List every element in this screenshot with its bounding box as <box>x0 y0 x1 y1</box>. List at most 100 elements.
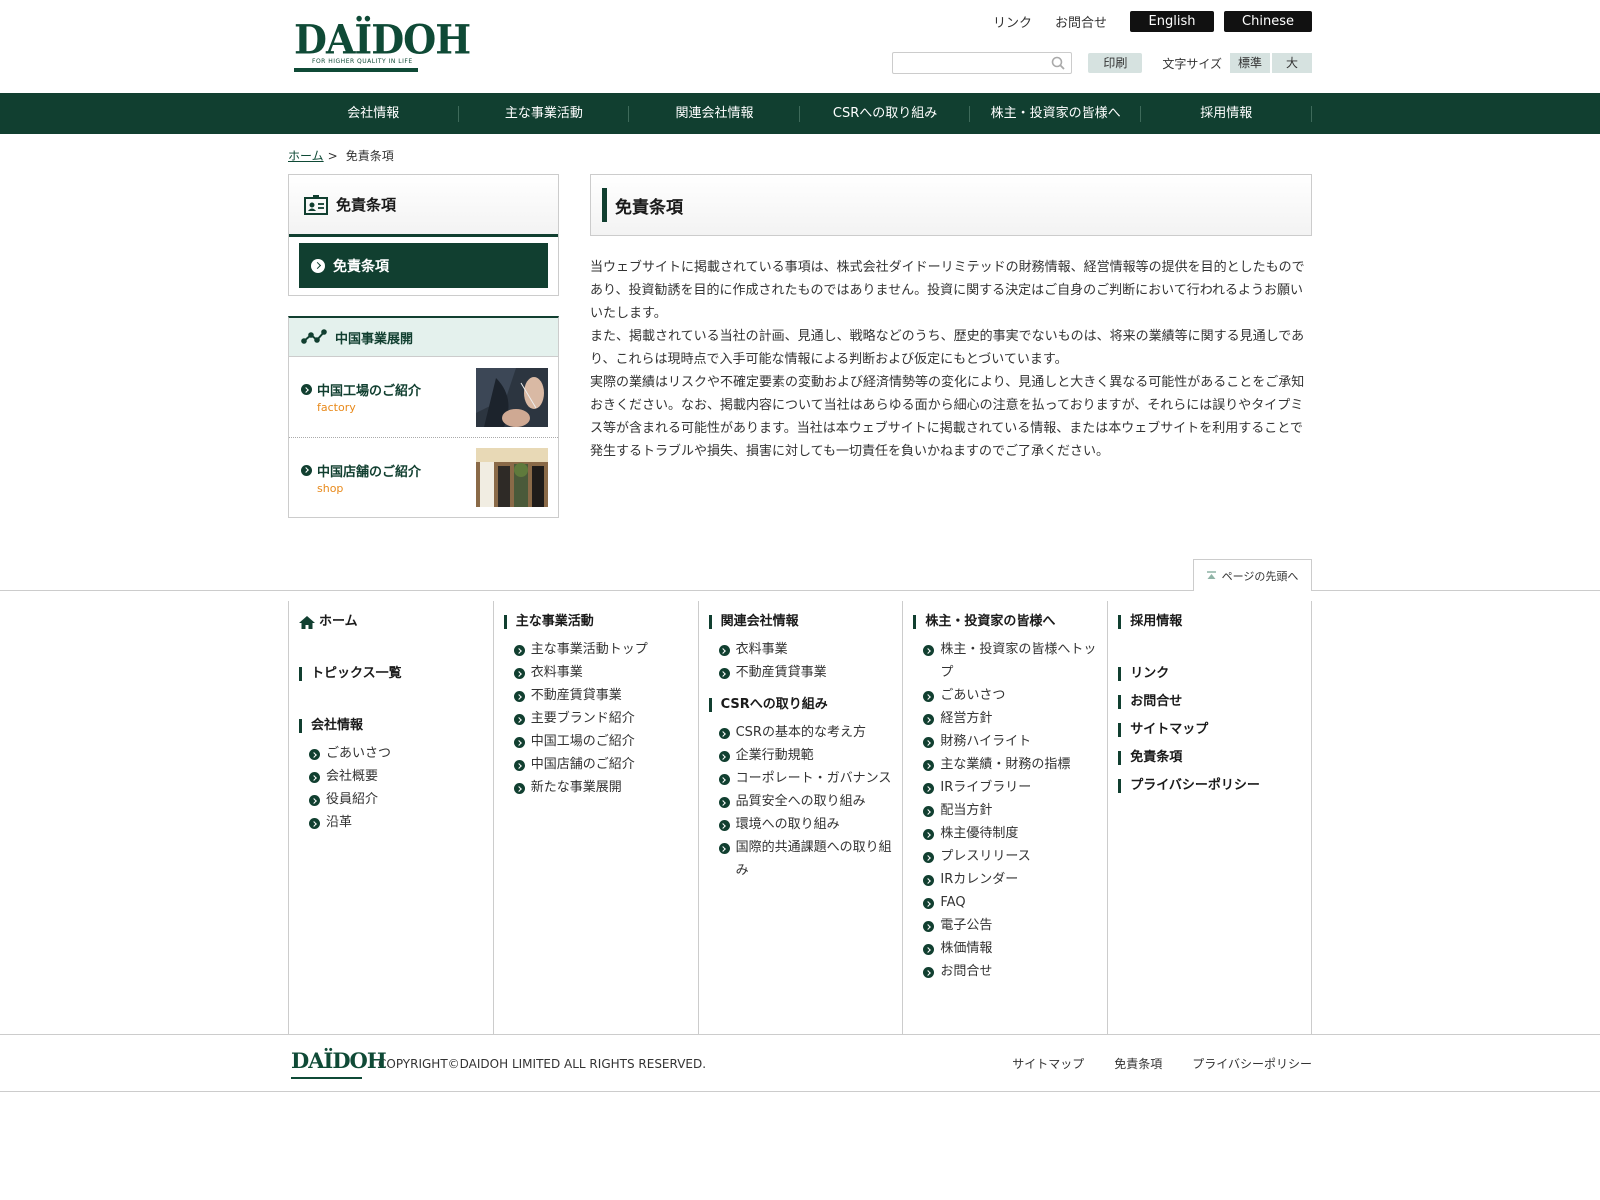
list-item-label: 中国店舗のご紹介 <box>530 757 635 772</box>
list-item[interactable]: 会社概要 <box>309 765 483 788</box>
list-item[interactable]: ごあいさつ <box>309 742 483 765</box>
nav-item-affiliates[interactable]: 関連会社情報 <box>629 93 800 134</box>
list-item[interactable]: 役員紹介 <box>309 788 483 811</box>
shop-thumbnail <box>476 448 548 507</box>
sitemap-investors[interactable]: 株主・投資家の皆様へ <box>913 615 1097 629</box>
font-size-standard-button[interactable]: 標準 <box>1230 53 1270 73</box>
sidebar-item-disclaimer[interactable]: 免責条項 <box>299 243 548 288</box>
china-shop-link[interactable]: 中国店舗のご紹介 shop <box>289 437 558 517</box>
list-item[interactable]: 中国工場のご紹介 <box>513 730 688 753</box>
list-item[interactable]: コーポレート・ガバナンス <box>718 767 893 790</box>
china-factory-title: 中国工場のご紹介 <box>317 384 422 399</box>
list-item[interactable]: 財務ハイライト <box>923 730 1097 753</box>
sitemap-home-label: ホーム <box>319 614 358 629</box>
list-item[interactable]: 配当方針 <box>923 799 1097 822</box>
list-item-label: プレスリリース <box>940 849 1031 864</box>
list-item[interactable]: 品質安全への取り組み <box>718 790 893 813</box>
sitemap-csr[interactable]: CSRへの取り組み <box>708 698 893 712</box>
sitemap-topics[interactable]: トピックス一覧 <box>299 667 483 681</box>
list-item[interactable]: 沿革 <box>309 811 483 834</box>
sitemap-sitemap[interactable]: サイトマップ <box>1118 723 1301 737</box>
sidebar-item-label: 免責条項 <box>333 258 389 275</box>
nav-item-csr[interactable]: CSRへの取り組み <box>800 93 971 134</box>
list-item[interactable]: お問合せ <box>923 960 1097 983</box>
chevron-right-icon <box>923 806 935 817</box>
page-top-label: ページの先頭へ <box>1221 569 1299 583</box>
page-top-button[interactable]: ページの先頭へ <box>1193 559 1312 591</box>
chinese-button[interactable]: Chinese <box>1224 11 1312 32</box>
paragraph: 実際の業績はリスクや不確定要素の変動および経済情勢等の変化により、見通しと大きく… <box>590 375 1305 459</box>
list-item[interactable]: 環境への取り組み <box>718 813 893 836</box>
list-item-label: 衣料事業 <box>735 642 788 657</box>
list-item[interactable]: FAQ <box>923 891 1097 914</box>
nav-item-investors[interactable]: 株主・投資家の皆様へ <box>970 93 1141 134</box>
nav-item-recruit[interactable]: 採用情報 <box>1141 93 1312 134</box>
list-item[interactable]: 主な事業活動トップ <box>513 638 688 661</box>
list-item[interactable]: 不動産賃貸事業 <box>513 684 688 707</box>
list-item[interactable]: 衣料事業 <box>718 638 893 661</box>
header-tools: 印刷 文字サイズ 標準 大 <box>892 52 1312 74</box>
list-item[interactable]: 企業行動規範 <box>718 744 893 767</box>
sitemap-link[interactable]: リンク <box>1118 667 1301 681</box>
chevron-right-icon <box>309 818 320 829</box>
list-item[interactable]: ごあいさつ <box>923 684 1097 707</box>
nav-item-business[interactable]: 主な事業活動 <box>459 93 630 134</box>
list-item[interactable]: 株主優待制度 <box>923 822 1097 845</box>
footer-disclaimer-link[interactable]: 免責条項 <box>1114 1055 1162 1072</box>
english-button[interactable]: English <box>1130 11 1214 32</box>
list-item[interactable]: 衣料事業 <box>513 661 688 684</box>
list-item[interactable]: 中国店舗のご紹介 <box>513 753 688 776</box>
list-item[interactable]: 主な業績・財務の指標 <box>923 753 1097 776</box>
china-factory-link[interactable]: 中国工場のご紹介 factory <box>289 357 558 437</box>
chevron-right-icon <box>301 384 312 395</box>
breadcrumb-home[interactable]: ホーム <box>288 149 324 163</box>
sitemap-business[interactable]: 主な事業活動 <box>503 615 688 629</box>
sitemap-contact[interactable]: お問合せ <box>1118 695 1301 709</box>
list-item[interactable]: プレスリリース <box>923 845 1097 868</box>
footer-sitemap-link[interactable]: サイトマップ <box>1012 1055 1084 1072</box>
footer-logo[interactable]: DAÏDOH <box>291 1048 387 1079</box>
chevron-right-icon <box>301 464 312 476</box>
paragraph: また、掲載されている当社の計画、見通し、戦略などのうち、歴史的事実でないものは、… <box>590 329 1305 367</box>
list-item[interactable]: CSRの基本的な考え方 <box>718 721 893 744</box>
home-icon <box>299 615 315 629</box>
sitemap-home[interactable]: ホーム <box>299 615 483 629</box>
search-input[interactable] <box>893 53 1044 73</box>
list-item[interactable]: 株価情報 <box>923 937 1097 960</box>
nav-item-company[interactable]: 会社情報 <box>288 93 459 134</box>
chevron-right-icon <box>309 795 320 806</box>
font-size-label: 文字サイズ <box>1162 56 1222 71</box>
footer-privacy-link[interactable]: プライバシーポリシー <box>1192 1055 1312 1072</box>
list-item[interactable]: 不動産賃貸事業 <box>718 661 893 684</box>
list-item[interactable]: 経営方針 <box>923 707 1097 730</box>
list-item-label: IRカレンダー <box>940 872 1019 887</box>
list-item[interactable]: 主要ブランド紹介 <box>513 707 688 730</box>
list-item-label: 沿革 <box>326 815 353 830</box>
footer-links: サイトマップ 免責条項 プライバシーポリシー <box>1012 1055 1312 1072</box>
china-business-header: 中国事業展開 <box>289 318 558 357</box>
chevron-right-icon <box>923 921 935 932</box>
list-item[interactable]: 国際的共通課題への取り組み <box>718 836 893 882</box>
china-shop-title: 中国店舗のご紹介 <box>317 464 422 480</box>
list-item-label: 株価情報 <box>940 941 993 956</box>
china-factory-sub: factory <box>317 401 356 414</box>
list-item[interactable]: 株主・投資家の皆様へトップ <box>923 638 1097 684</box>
sitemap-col-4: 株主・投資家の皆様へ 株主・投資家の皆様へトップ ごあいさつ 経営方針 財務ハイライト… <box>902 601 1107 1034</box>
sitemap-recruit[interactable]: 採用情報 <box>1118 615 1301 629</box>
font-size-large-button[interactable]: 大 <box>1272 53 1312 73</box>
list-item-label: 国際的共通課題への取り組み <box>735 840 892 878</box>
sitemap-privacy[interactable]: プライバシーポリシー <box>1118 779 1301 793</box>
list-item[interactable]: IRライブラリー <box>923 776 1097 799</box>
site-header: DAÏDOH FOR HIGHER QUALITY IN LIFE リンク お問… <box>288 0 1312 93</box>
search-icon[interactable] <box>1051 56 1065 70</box>
link-link[interactable]: リンク <box>993 12 1032 31</box>
daidoh-logo[interactable]: DAÏDOH FOR HIGHER QUALITY IN LIFE <box>294 18 471 72</box>
list-item[interactable]: 新たな事業展開 <box>513 776 688 799</box>
list-item[interactable]: IRカレンダー <box>923 868 1097 891</box>
print-button[interactable]: 印刷 <box>1088 53 1143 73</box>
list-item[interactable]: 電子公告 <box>923 914 1097 937</box>
sitemap-company[interactable]: 会社情報 <box>299 719 483 733</box>
sitemap-affiliates[interactable]: 関連会社情報 <box>708 615 893 629</box>
contact-link[interactable]: お問合せ <box>1055 12 1107 31</box>
sitemap-disclaimer[interactable]: 免責条項 <box>1118 751 1301 765</box>
